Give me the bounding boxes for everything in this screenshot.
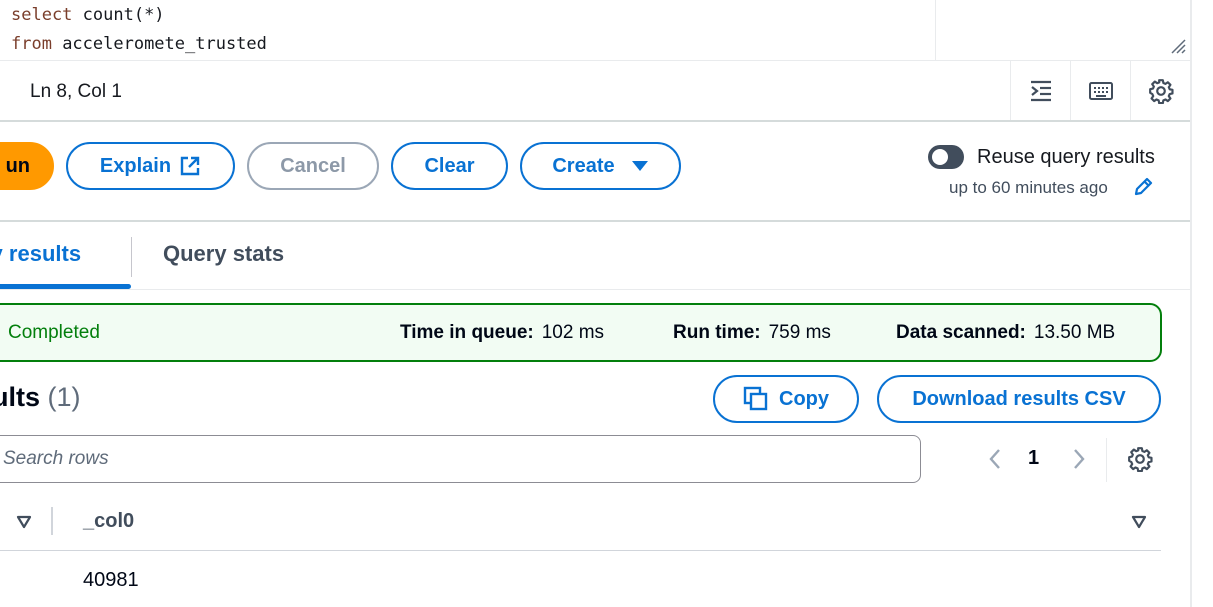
time-in-queue-label: Time in queue:: [400, 322, 534, 343]
data-scanned-label: Data scanned:: [896, 322, 1026, 343]
download-label: Download results CSV: [912, 387, 1126, 410]
query-status: Completed: [8, 322, 100, 343]
table-preferences-gear-icon[interactable]: [1127, 446, 1153, 472]
panel-right-edge: [1190, 0, 1192, 607]
code-line-1[interactable]: select count(*): [11, 5, 165, 25]
tab-query-stats[interactable]: Query stats: [163, 241, 284, 267]
download-results-csv-button[interactable]: Download results CSV: [877, 375, 1161, 423]
run-button[interactable]: un: [0, 142, 54, 190]
gear-icon: [1148, 78, 1174, 104]
code-text: acceleromete_trusted: [51, 34, 267, 54]
format-query-button[interactable]: [1010, 61, 1070, 120]
run-time: Run time: 759 ms: [673, 322, 831, 344]
code-keyword: select: [11, 5, 73, 25]
query-status-banner: Completed Time in queue: 102 ms Run time:…: [0, 303, 1162, 362]
reuse-results-age: up to 60 minutes ago: [949, 178, 1108, 197]
table-header-divider: [0, 550, 1161, 551]
tabs-divider: [0, 289, 1190, 290]
editor-minimap-divider: [935, 0, 936, 61]
editor-status-bar: Ln 8, Col 1: [0, 61, 1190, 122]
edit-pencil-icon[interactable]: [1132, 176, 1154, 198]
chevron-right-icon[interactable]: [1069, 444, 1089, 474]
keyboard-shortcuts-button[interactable]: [1070, 61, 1130, 120]
results-title: ults (1): [0, 382, 81, 413]
cursor-position: Ln 8, Col 1: [30, 81, 122, 102]
explain-button[interactable]: Explain: [66, 142, 235, 190]
cancel-label: Cancel: [280, 154, 346, 177]
run-time-value: 759 ms: [768, 322, 831, 343]
create-label: Create: [552, 154, 615, 177]
resize-handle-icon[interactable]: [1170, 38, 1186, 54]
create-dropdown-button[interactable]: Create: [520, 142, 681, 190]
run-label: un: [5, 154, 30, 177]
clear-button[interactable]: Clear: [391, 142, 508, 190]
code-text: count(*): [72, 5, 165, 25]
format-indent-icon: [1030, 80, 1051, 101]
data-scanned-value: 13.50 MB: [1033, 322, 1116, 343]
copy-icon: [743, 386, 768, 411]
search-rows-field[interactable]: [0, 435, 921, 483]
copy-label: Copy: [779, 387, 829, 410]
chevron-left-icon[interactable]: [985, 444, 1005, 474]
explain-label: Explain: [99, 154, 172, 177]
sort-caret-down-icon[interactable]: [16, 514, 32, 530]
data-scanned: Data scanned: 13.50 MB: [896, 322, 1115, 344]
pagination-separator: [1106, 438, 1107, 482]
cancel-button[interactable]: Cancel: [247, 142, 379, 190]
results-count: (1): [47, 382, 81, 412]
sort-caret-down-icon[interactable]: [1131, 514, 1147, 530]
tab-separator: [131, 237, 132, 277]
reuse-results-label: Reuse query results: [977, 146, 1155, 168]
search-rows-input[interactable]: [3, 446, 883, 472]
section-divider: [0, 220, 1190, 222]
current-page[interactable]: 1: [1028, 447, 1039, 470]
time-in-queue: Time in queue: 102 ms: [400, 322, 604, 344]
caret-down-icon: [631, 161, 648, 171]
clear-label: Clear: [424, 154, 475, 177]
reuse-results-toggle[interactable]: [928, 145, 964, 169]
column-separator: [51, 507, 53, 535]
code-keyword: from: [11, 34, 52, 54]
editor-settings-button[interactable]: [1130, 61, 1190, 120]
tab-query-results[interactable]: ry results: [0, 241, 81, 267]
table-cell: 40981: [83, 569, 139, 591]
time-in-queue-value: 102 ms: [541, 322, 605, 343]
toggle-knob: [932, 149, 948, 165]
code-line-2[interactable]: from acceleromete_trusted: [11, 34, 267, 54]
results-title-text: ults: [0, 382, 41, 412]
copy-button[interactable]: Copy: [713, 375, 859, 423]
run-time-label: Run time:: [673, 322, 761, 343]
external-link-icon: [180, 156, 200, 176]
keyboard-icon: [1088, 81, 1113, 100]
column-header-col0[interactable]: _col0: [83, 510, 134, 533]
sql-editor[interactable]: select count(*) from acceleromete_truste…: [0, 0, 1190, 61]
